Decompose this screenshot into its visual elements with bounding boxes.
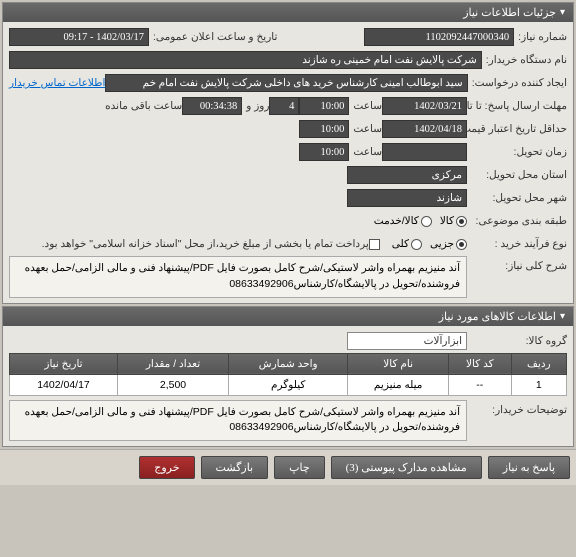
need-no-label: شماره نیاز:: [514, 31, 567, 43]
packaging-option-service-label: کالا/خدمت: [374, 215, 419, 227]
public-date-label: تاریخ و ساعت اعلان عمومی:: [149, 31, 277, 43]
send-due-date-field: 1402/03/21: [382, 97, 467, 115]
buyer-notes-label: توضیحات خریدار:: [467, 400, 567, 416]
cell-unit: کیلوگرم: [229, 374, 348, 395]
buy-process-option-full[interactable]: کلی: [392, 238, 422, 250]
table-row[interactable]: 1 -- میله منیزیم کیلوگرم 2,500 1402/04/1…: [10, 374, 567, 395]
send-due-label: مهلت ارسال پاسخ: تا تاریخ:: [467, 100, 567, 112]
delivery-date-field: [382, 143, 467, 161]
city-field: شازند: [347, 189, 467, 207]
goods-panel-title: اطلاعات کالاهای مورد نیاز: [439, 310, 556, 323]
radio-icon: [411, 239, 422, 250]
col-qty[interactable]: تعداد / مقدار: [117, 353, 228, 374]
details-panel-title: جزئیات اطلاعات نیاز: [463, 6, 556, 19]
radio-icon: [421, 216, 432, 227]
col-idx[interactable]: ردیف: [511, 353, 566, 374]
exit-button[interactable]: خروج: [139, 456, 194, 479]
button-bar: پاسخ به نیاز مشاهده مدارک پیوستی (3) چاپ…: [0, 449, 576, 485]
public-date-field: 1402/03/17 - 09:17: [9, 28, 149, 46]
packaging-label: طبقه بندی موضوعی:: [467, 215, 567, 227]
radio-icon: [456, 239, 467, 250]
print-button[interactable]: چاپ: [274, 456, 325, 479]
packaging-option-service[interactable]: کالا/خدمت: [374, 215, 432, 227]
valid-from-time-field: 10:00: [299, 120, 349, 138]
radio-icon: [456, 216, 467, 227]
remain-label: ساعت باقی مانده: [101, 100, 182, 112]
payment-note-label: پرداخت تمام یا بخشی از مبلغ خرید،از محل …: [38, 238, 369, 250]
requester-field: سید ابوطالب امینی کارشناس خرید های داخلی…: [105, 74, 467, 92]
valid-from-date-field: 1402/04/18: [382, 120, 467, 138]
province-field: مرکزی: [347, 166, 467, 184]
delivery-date-label: زمان تحویل:: [467, 146, 567, 158]
col-date[interactable]: تاریخ نیاز: [10, 353, 118, 374]
send-due-time-field: 10:00: [299, 97, 349, 115]
back-button[interactable]: بازگشت: [201, 456, 269, 479]
need-no-field: 1102092447000340: [364, 28, 514, 46]
packaging-option-goods[interactable]: کالا: [440, 215, 467, 227]
contact-link[interactable]: اطلاعات تماس خریدار: [9, 77, 105, 89]
hour-label-1: ساعت: [349, 100, 382, 112]
buy-process-option-full-label: کلی: [392, 238, 409, 250]
details-panel-header[interactable]: ▾ جزئیات اطلاعات نیاز: [3, 3, 573, 22]
goods-group-field: ابزارآلات: [347, 332, 467, 350]
attachments-button[interactable]: مشاهده مدارک پیوستی (3): [331, 456, 482, 479]
hour-label-2: ساعت: [349, 123, 382, 135]
cell-code: --: [448, 374, 511, 395]
buy-process-option-partial[interactable]: جزیی: [430, 238, 467, 250]
items-table: ردیف کد کالا نام کالا واحد شمارش تعداد /…: [9, 353, 567, 396]
reply-button[interactable]: پاسخ به نیاز: [488, 456, 570, 479]
send-due-clock-field: 00:34:38: [182, 97, 242, 115]
chevron-down-icon: ▾: [560, 311, 565, 322]
packaging-option-goods-label: کالا: [440, 215, 454, 227]
day-and-label: روز و: [242, 100, 269, 112]
chevron-down-icon: ▾: [560, 7, 565, 18]
main-desc-label: شرح کلی نیاز:: [467, 256, 567, 272]
cell-name: میله منیزیم: [348, 374, 449, 395]
buy-process-radio-group: جزیی کلی: [392, 238, 467, 250]
hour-label-3: ساعت: [349, 146, 382, 158]
cell-idx: 1: [511, 374, 566, 395]
buyer-org-label: نام دستگاه خریدار:: [482, 54, 567, 66]
buyer-notes-box: آند منیزیم بهمراه واشر لاستیکی/شرح کامل …: [9, 400, 467, 442]
buy-process-label: نوع فرآیند خرید :: [467, 238, 567, 250]
province-label: استان محل تحویل:: [467, 169, 567, 181]
delivery-time-field: 10:00: [299, 143, 349, 161]
city-label: شهر محل تحویل:: [467, 192, 567, 204]
payment-checkbox[interactable]: [369, 239, 380, 250]
buyer-org-field: شرکت پالایش نفت امام خمینی ره شازند: [9, 51, 482, 69]
valid-from-label: حداقل تاریخ اعتبار قیمت: تا تاریخ:: [467, 123, 567, 135]
buy-process-option-partial-label: جزیی: [430, 238, 454, 250]
send-due-days-field: 4: [269, 97, 299, 115]
packaging-radio-group: کالا کالا/خدمت: [374, 215, 467, 227]
col-unit[interactable]: واحد شمارش: [229, 353, 348, 374]
main-desc-box: آند منیزیم بهمراه واشر لاستیکی/شرح کامل …: [9, 256, 467, 298]
col-name[interactable]: نام کالا: [348, 353, 449, 374]
goods-group-label: گروه کالا:: [467, 335, 567, 347]
cell-qty: 2,500: [117, 374, 228, 395]
goods-panel-header[interactable]: ▾ اطلاعات کالاهای مورد نیاز: [3, 307, 573, 326]
col-code[interactable]: کد کالا: [448, 353, 511, 374]
requester-label: ایجاد کننده درخواست:: [468, 77, 567, 89]
cell-date: 1402/04/17: [10, 374, 118, 395]
